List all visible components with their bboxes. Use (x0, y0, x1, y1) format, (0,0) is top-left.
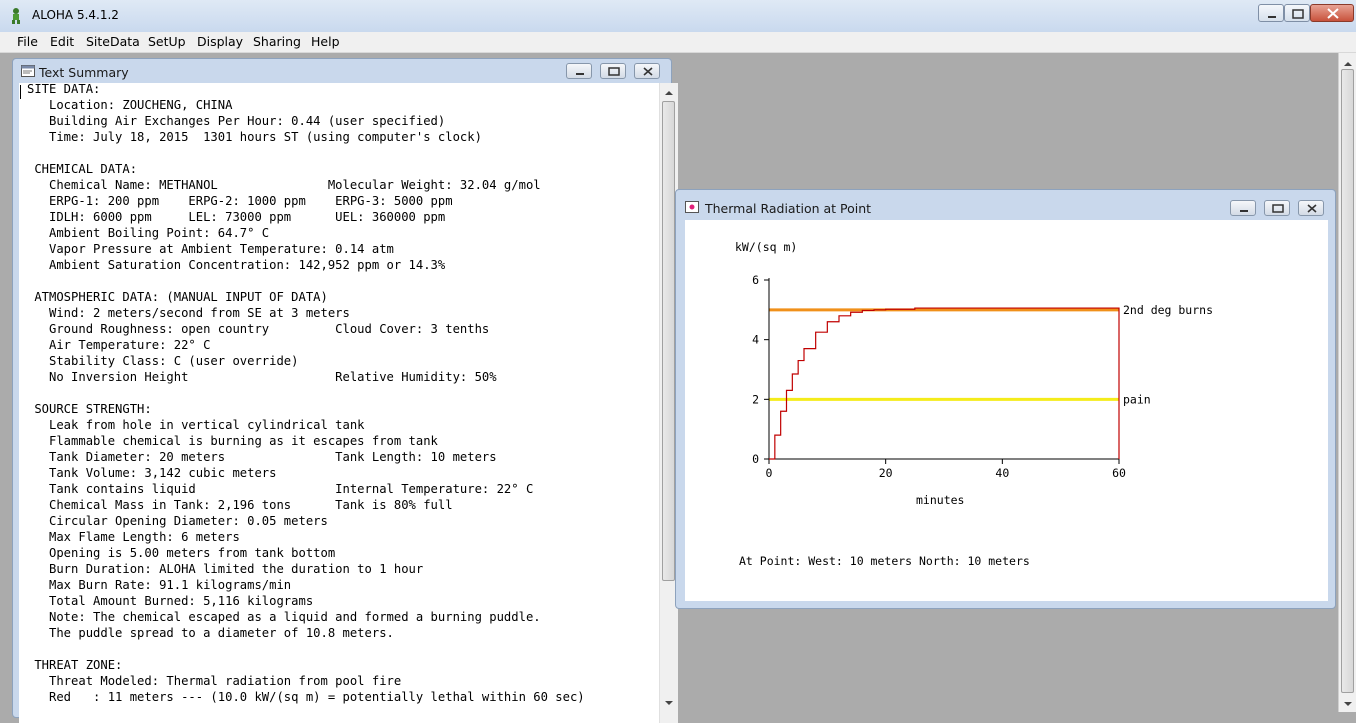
app-title: ALOHA 5.4.1.2 (32, 8, 119, 22)
tr-close-button[interactable] (1298, 200, 1324, 216)
workspace-scroll-thumb[interactable] (1341, 69, 1354, 693)
summary-line: Wind: 2 meters/second from SE at 3 meter… (27, 306, 350, 320)
summary-line: Opening is 5.00 meters from tank bottom (27, 546, 336, 560)
text-summary-title: Text Summary (39, 65, 129, 80)
minimize-icon (1268, 16, 1276, 18)
y-axis-label: kW/(sq m) (735, 240, 797, 254)
restore-icon (1292, 9, 1304, 19)
app-title-bar: ALOHA 5.4.1.2 (0, 0, 1356, 33)
summary-line: Vapor Pressure at Ambient Temperature: 0… (27, 242, 394, 256)
x-tick-label: 0 (766, 466, 773, 480)
ts-close-button[interactable] (634, 63, 660, 79)
at-point-label: At Point: West: 10 meters North: 10 mete… (739, 554, 1030, 568)
maximize-icon (1272, 204, 1284, 213)
summary-line: Threat Modeled: Thermal radiation from p… (27, 674, 402, 688)
tr-maximize-button[interactable] (1264, 200, 1290, 216)
summary-line: IDLH: 6000 ppm LEL: 73000 ppm UEL: 36000… (27, 210, 446, 224)
summary-line: Tank Diameter: 20 meters Tank Length: 10… (27, 450, 497, 464)
summary-line: ERPG-1: 200 ppm ERPG-2: 1000 ppm ERPG-3:… (27, 194, 453, 208)
summary-line: Chemical Name: METHANOL Molecular Weight… (27, 178, 541, 192)
document-icon (21, 65, 35, 77)
menu-edit[interactable]: Edit (50, 34, 74, 49)
x-tick-label: 60 (1112, 466, 1126, 480)
menu-file[interactable]: File (17, 34, 38, 49)
summary-line: Ambient Saturation Concentration: 142,95… (27, 258, 446, 272)
y-tick-label: 0 (752, 452, 759, 466)
ts-minimize-button[interactable] (566, 63, 592, 79)
thermal-radiation-title: Thermal Radiation at Point (705, 201, 872, 216)
y-tick-label: 4 (752, 333, 759, 347)
menu-display[interactable]: Display (197, 34, 243, 49)
text-caret (20, 85, 21, 99)
menu-bar: File Edit SiteData SetUp Display Sharing… (0, 32, 1356, 53)
summary-line: Note: The chemical escaped as a liquid a… (27, 610, 541, 624)
workspace-scrollbar[interactable] (1338, 53, 1356, 712)
summary-line: Total Amount Burned: 5,116 kilograms (27, 594, 314, 608)
minimize-icon (1240, 210, 1248, 212)
y-tick-label: 2 (752, 392, 759, 406)
summary-line: Circular Opening Diameter: 0.05 meters (27, 514, 328, 528)
close-button[interactable] (1310, 4, 1354, 22)
summary-line: SOURCE STRENGTH: (27, 402, 152, 416)
minimize-button[interactable] (1258, 4, 1284, 22)
menu-setup[interactable]: SetUp (148, 34, 186, 49)
summary-line: Time: July 18, 2015 1301 hours ST (using… (27, 130, 482, 144)
ts-maximize-button[interactable] (600, 63, 626, 79)
summary-line: Red : 11 meters --- (10.0 kW/(sq m) = po… (27, 690, 585, 704)
summary-line: SITE DATA: (27, 83, 101, 96)
x-tick-label: 40 (995, 466, 1009, 480)
text-summary-body: SITE DATA: Location: ZOUCHENG, CHINA Bui… (27, 83, 585, 705)
threshold-label: 2nd deg burns (1123, 303, 1213, 317)
maximize-icon (608, 67, 620, 76)
tr-minimize-button[interactable] (1230, 200, 1256, 216)
summary-line: Air Temperature: 22° C (27, 338, 211, 352)
minimize-icon (576, 73, 584, 75)
summary-line: Chemical Mass in Tank: 2,196 tons Tank i… (27, 498, 453, 512)
thermal-radiation-window: Thermal Radiation at Point kW/(sq m) minu… (675, 189, 1336, 609)
summary-line: Location: ZOUCHENG, CHINA (27, 98, 233, 112)
text-summary-title-bar[interactable]: Text Summary (13, 59, 671, 85)
summary-line: Max Burn Rate: 91.1 kilograms/min (27, 578, 292, 592)
summary-line: Tank contains liquid Internal Temperatur… (27, 482, 534, 496)
menu-sitedata[interactable]: SiteData (86, 34, 140, 49)
x-tick-label: 20 (879, 466, 893, 480)
summary-line: Ground Roughness: open country Cloud Cov… (27, 322, 490, 336)
scroll-down-icon[interactable] (1339, 696, 1356, 712)
restore-button[interactable] (1284, 4, 1310, 22)
summary-line: THREAT ZONE: (27, 658, 123, 672)
scroll-up-icon[interactable] (660, 85, 678, 101)
series-line (769, 307, 1120, 460)
text-summary-content[interactable]: SITE DATA: Location: ZOUCHENG, CHINA Bui… (19, 83, 659, 723)
summary-line: Stability Class: C (user override) (27, 354, 299, 368)
summary-line: Burn Duration: ALOHA limited the duratio… (27, 562, 424, 576)
menu-sharing[interactable]: Sharing (253, 34, 301, 49)
summary-line: Leak from hole in vertical cylindrical t… (27, 418, 365, 432)
x-axis-label: minutes (916, 493, 964, 507)
summary-line: Max Flame Length: 6 meters (27, 530, 240, 544)
app-icon (12, 8, 20, 24)
menu-help[interactable]: Help (311, 34, 340, 49)
y-tick-label: 6 (752, 273, 759, 287)
close-icon (1327, 8, 1339, 19)
summary-line: Building Air Exchanges Per Hour: 0.44 (u… (27, 114, 446, 128)
text-summary-window: Text Summary SITE DATA: Location: ZOUCHE… (12, 58, 678, 723)
summary-line: CHEMICAL DATA: (27, 162, 138, 176)
summary-line: Ambient Boiling Point: 64.7° C (27, 226, 270, 240)
scroll-down-icon[interactable] (660, 695, 678, 711)
threshold-label: pain (1123, 392, 1151, 406)
thermal-radiation-chart: kW/(sq m)minutes2nd deg burnspain02460 20… (735, 240, 1213, 568)
chart-window-icon (685, 201, 699, 213)
summary-line: No Inversion Height Relative Humidity: 5… (27, 370, 497, 384)
close-icon (1307, 204, 1317, 213)
thermal-radiation-content: kW/(sq m) minutes 2nd deg burns pain 0 2 4 6 0 20… (685, 220, 1328, 601)
summary-line: The puddle spread to a diameter of 10.8 … (27, 626, 394, 640)
close-icon (643, 67, 653, 76)
summary-line: Tank Volume: 3,142 cubic meters (27, 466, 277, 480)
summary-line: ATMOSPHERIC DATA: (MANUAL INPUT OF DATA) (27, 290, 328, 304)
text-summary-scroll-thumb[interactable] (662, 101, 675, 581)
summary-line: Flammable chemical is burning as it esca… (27, 434, 438, 448)
thermal-radiation-title-bar[interactable]: Thermal Radiation at Point (676, 190, 1335, 220)
